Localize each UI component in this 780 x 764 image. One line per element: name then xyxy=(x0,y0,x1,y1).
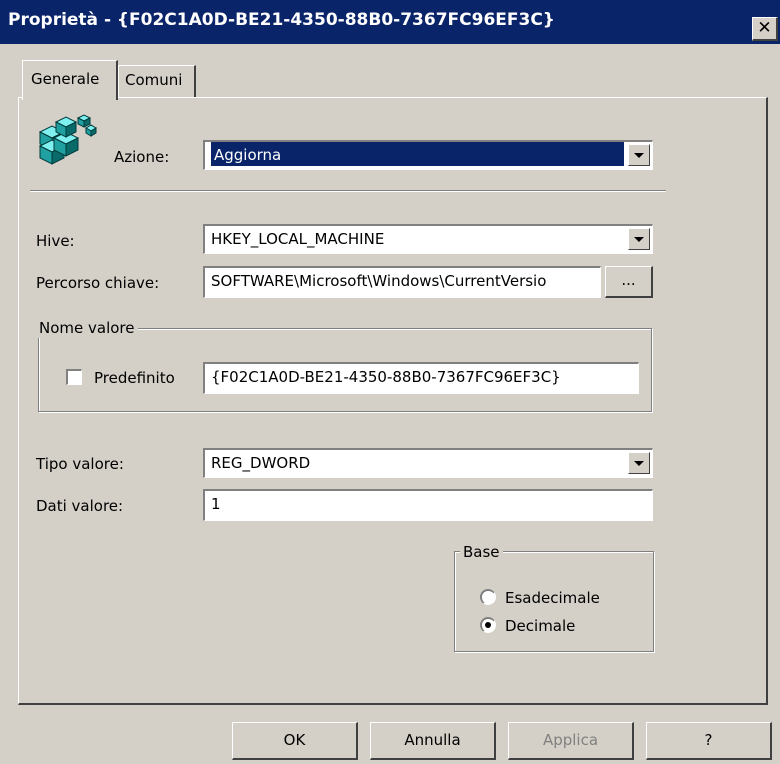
decimale-label: Decimale xyxy=(505,617,576,635)
tipo-valore-dropdown[interactable]: REG_DWORD xyxy=(203,448,653,478)
percorso-chiave-value: SOFTWARE\Microsoft\Windows\CurrentVersio xyxy=(211,272,547,290)
esadecimale-label: Esadecimale xyxy=(505,589,600,607)
browse-button[interactable]: ... xyxy=(605,266,653,298)
properties-dialog: Proprietà - {F02C1A0D-BE21-4350-88B0-736… xyxy=(0,0,780,764)
azione-label: Azione: xyxy=(114,148,170,166)
tab-generale[interactable]: Generale xyxy=(22,60,118,100)
base-group-label: Base xyxy=(460,542,503,562)
apply-button-label: Applica xyxy=(542,731,599,749)
percorso-chiave-label: Percorso chiave: xyxy=(36,274,160,292)
esadecimale-radio[interactable] xyxy=(480,589,496,605)
percorso-chiave-input[interactable]: SOFTWARE\Microsoft\Windows\CurrentVersio xyxy=(203,266,601,298)
chevron-down-icon[interactable] xyxy=(628,452,650,474)
window-title: Proprietà - {F02C1A0D-BE21-4350-88B0-736… xyxy=(8,10,555,30)
tab-comuni-label: Comuni xyxy=(125,71,183,89)
nome-valore-value: {F02C1A0D-BE21-4350-88B0-7367FC96EF3C} xyxy=(211,368,561,386)
hive-label: Hive: xyxy=(36,232,75,250)
registry-blocks-icon xyxy=(34,110,98,170)
cancel-button-label: Annulla xyxy=(404,731,461,749)
cancel-button[interactable]: Annulla xyxy=(370,722,496,760)
tab-generale-label: Generale xyxy=(31,70,100,88)
tipo-valore-label: Tipo valore: xyxy=(36,455,124,473)
dati-valore-value: 1 xyxy=(211,495,221,513)
chevron-down-icon[interactable] xyxy=(628,144,650,166)
help-button[interactable]: ? xyxy=(646,722,772,760)
nome-valore-group-label: Nome valore xyxy=(36,318,138,338)
help-button-label: ? xyxy=(704,731,713,749)
separator xyxy=(30,190,666,192)
hive-dropdown[interactable]: HKEY_LOCAL_MACHINE xyxy=(203,224,653,254)
tab-comuni[interactable]: Comuni xyxy=(118,65,196,97)
browse-button-label: ... xyxy=(621,271,636,289)
predefinito-label: Predefinito xyxy=(94,369,175,387)
decimale-radio[interactable] xyxy=(480,617,496,633)
apply-button[interactable]: Applica xyxy=(508,722,634,760)
ok-button[interactable]: OK xyxy=(232,722,358,760)
azione-dropdown[interactable]: Aggiorna xyxy=(203,140,653,170)
hive-value: HKEY_LOCAL_MACHINE xyxy=(211,230,385,248)
title-bar[interactable]: Proprietà - {F02C1A0D-BE21-4350-88B0-736… xyxy=(0,0,780,44)
ok-button-label: OK xyxy=(283,731,306,749)
dati-valore-input[interactable]: 1 xyxy=(203,489,653,521)
nome-valore-input[interactable]: {F02C1A0D-BE21-4350-88B0-7367FC96EF3C} xyxy=(203,362,639,394)
predefinito-checkbox[interactable] xyxy=(66,369,82,385)
tipo-valore-value: REG_DWORD xyxy=(211,454,311,472)
azione-value: Aggiorna xyxy=(211,142,624,166)
dati-valore-label: Dati valore: xyxy=(36,497,124,515)
close-button[interactable]: ✕ xyxy=(752,17,778,41)
chevron-down-icon[interactable] xyxy=(628,228,650,250)
